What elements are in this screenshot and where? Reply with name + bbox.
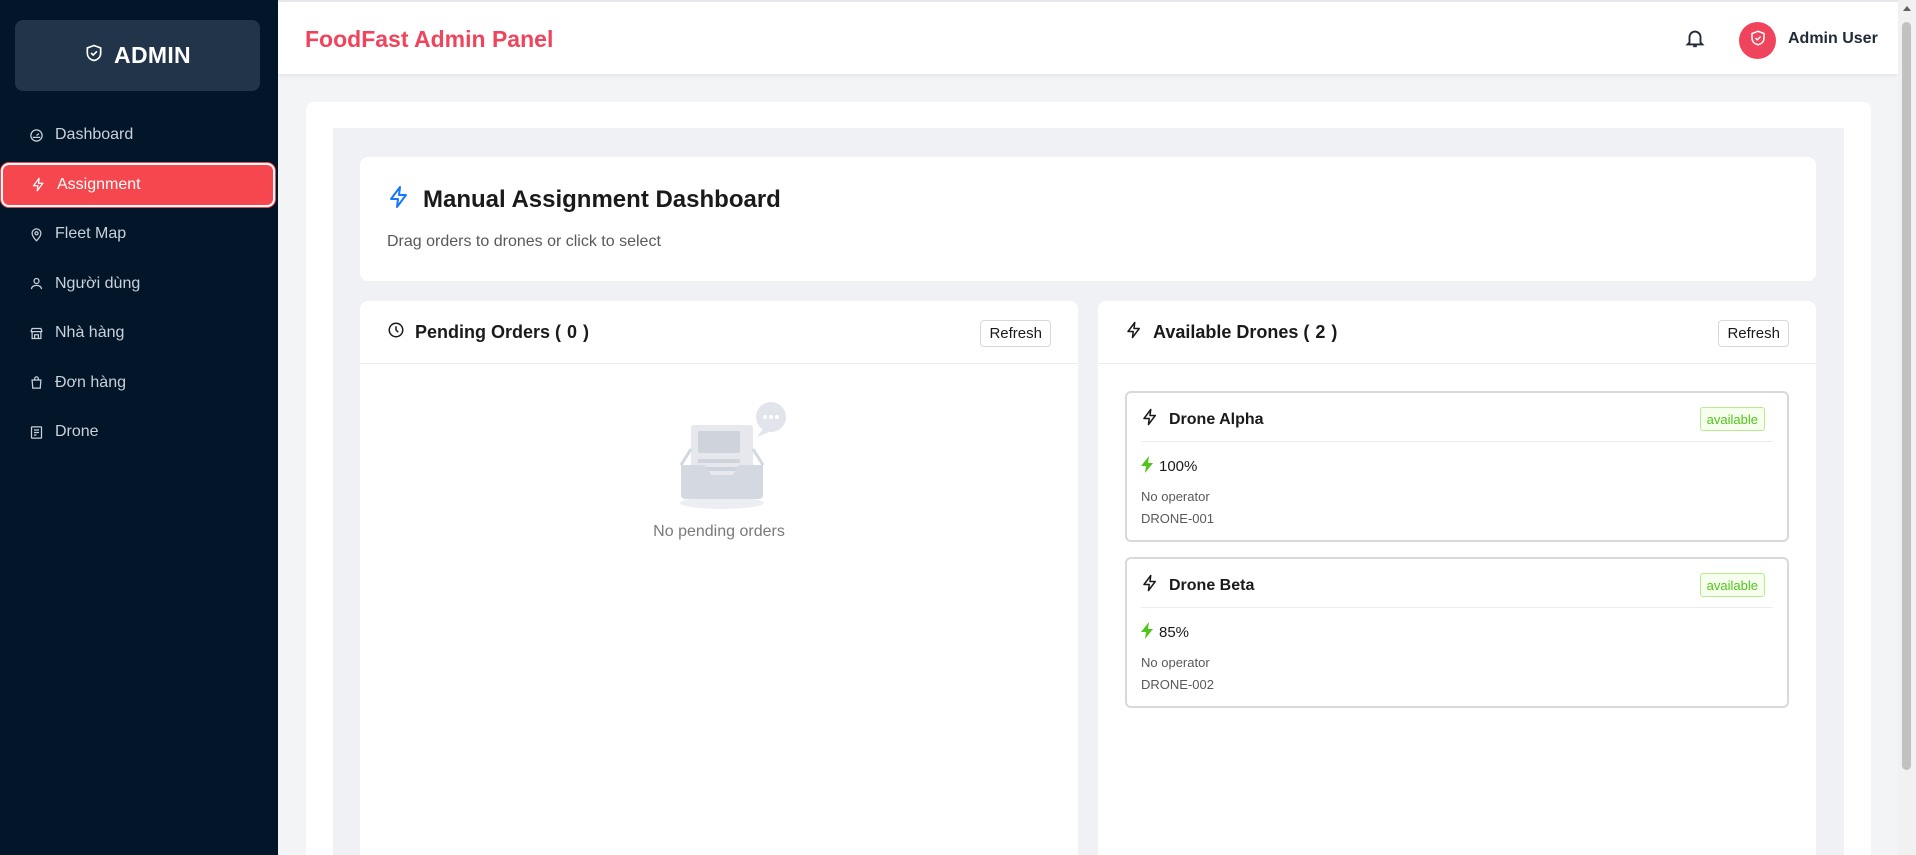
drone-operator: No operator (1141, 655, 1210, 670)
battery-bolt-icon (1141, 456, 1153, 477)
scroll-thumb[interactable] (1902, 22, 1911, 770)
pending-orders-panel: Pending Orders ( 0 ) Refresh No pending … (360, 301, 1078, 855)
drone-name-row: Drone Beta (1141, 573, 1254, 598)
sidebar: ADMIN Dashboard Assignment Fleet Map Ngư… (0, 0, 278, 855)
empty-inbox-icon (667, 399, 793, 511)
status-badge: available (1699, 407, 1765, 431)
drone-name-row: Drone Alpha (1141, 407, 1264, 432)
available-drones-label: Available Drones ( (1153, 322, 1310, 342)
empty-state-text: No pending orders (653, 523, 785, 540)
sidebar-item-label: Dashboard (55, 126, 134, 143)
available-drones-heading: Available Drones ( 2 ) (1153, 322, 1337, 343)
shield-icon (84, 42, 104, 69)
lightning-icon (1125, 321, 1143, 344)
drone-code: DRONE-001 (1141, 511, 1214, 526)
page-scrollbar[interactable] (1898, 0, 1916, 855)
clock-icon (387, 321, 405, 344)
sidebar-item-assignment[interactable]: Assignment (1, 162, 275, 207)
sidebar-item-label: Đơn hàng (55, 373, 126, 391)
sidebar-brand: ADMIN (15, 20, 260, 91)
page-title: Manual Assignment Dashboard (423, 185, 781, 213)
sidebar-item-drone[interactable]: Drone (0, 410, 278, 454)
lightning-icon (387, 185, 411, 214)
drone-icon (29, 425, 44, 440)
drone-card[interactable]: Drone Beta available 85% No operator DRO… (1125, 557, 1789, 708)
sidebar-item-users[interactable]: Người dùng (0, 262, 278, 306)
pending-orders-header: Pending Orders ( 0 ) Refresh (360, 301, 1078, 364)
sidebar-item-label: Nhà hàng (55, 324, 125, 341)
shield-icon (1749, 29, 1767, 52)
drone-name: Drone Alpha (1169, 410, 1264, 428)
shop-icon (29, 326, 44, 341)
scroll-up-arrow[interactable] (1903, 6, 1911, 11)
sidebar-item-dashboard[interactable]: Dashboard (0, 113, 278, 157)
sidebar-item-label: Fleet Map (55, 225, 127, 242)
battery-level: 85% (1159, 624, 1190, 641)
drone-operator: No operator (1141, 489, 1210, 504)
battery-bolt-icon (1141, 622, 1153, 643)
available-drones-count: 2 (1315, 322, 1326, 342)
map-pin-icon (29, 227, 44, 242)
pending-orders-close: ) (583, 322, 590, 342)
top-header: FoodFast Admin Panel Admin User (278, 0, 1898, 74)
battery-row: 100% (1141, 456, 1197, 477)
status-badge: available (1699, 573, 1765, 597)
available-drones-close: ) (1331, 322, 1338, 342)
page-title-row: Manual Assignment Dashboard (387, 185, 781, 214)
lightning-icon (31, 177, 46, 192)
sidebar-item-label: Người dùng (55, 274, 141, 292)
drone-card[interactable]: Drone Alpha available 100% No operator D… (1125, 391, 1789, 542)
sidebar-brand-label: ADMIN (114, 42, 191, 68)
user-name[interactable]: Admin User (1788, 30, 1878, 48)
drone-card-divider (1141, 607, 1773, 608)
battery-row: 85% (1141, 622, 1189, 643)
available-drones-header: Available Drones ( 2 ) Refresh (1098, 301, 1816, 364)
drones-refresh-button[interactable]: Refresh (1718, 320, 1789, 347)
avatar[interactable] (1739, 22, 1776, 59)
user-icon (29, 276, 44, 291)
drone-name: Drone Beta (1169, 576, 1255, 594)
battery-level: 100% (1159, 458, 1198, 475)
lightning-icon (1141, 573, 1159, 598)
available-drones-title: Available Drones ( 2 ) (1125, 321, 1337, 344)
sidebar-nav: Dashboard Assignment Fleet Map Người dùn… (0, 113, 278, 460)
sidebar-item-label: Drone (55, 423, 99, 440)
pending-orders-title: Pending Orders ( 0 ) (387, 321, 589, 344)
pending-refresh-button[interactable]: Refresh (980, 320, 1051, 347)
dashboard-icon (29, 128, 44, 143)
drone-code: DRONE-002 (1141, 677, 1214, 692)
shopping-bag-icon (29, 375, 44, 390)
title-card: Manual Assignment Dashboard Drag orders … (360, 157, 1816, 281)
app-title: FoodFast Admin Panel (305, 26, 554, 52)
pending-orders-heading: Pending Orders ( 0 ) (415, 322, 589, 343)
sidebar-item-fleet-map[interactable]: Fleet Map (0, 212, 278, 256)
pending-orders-label: Pending Orders ( (415, 322, 562, 342)
available-drones-panel: Available Drones ( 2 ) Refresh Drone Alp… (1098, 301, 1816, 855)
sidebar-item-restaurants[interactable]: Nhà hàng (0, 311, 278, 355)
lightning-icon (1141, 407, 1159, 432)
pending-orders-count: 0 (567, 322, 578, 342)
sidebar-item-orders[interactable]: Đơn hàng (0, 361, 278, 405)
sidebar-item-label: Assignment (57, 175, 141, 193)
page-subtitle: Drag orders to drones or click to select (387, 233, 661, 250)
bell-icon[interactable] (1684, 27, 1706, 49)
drone-card-divider (1141, 441, 1773, 442)
